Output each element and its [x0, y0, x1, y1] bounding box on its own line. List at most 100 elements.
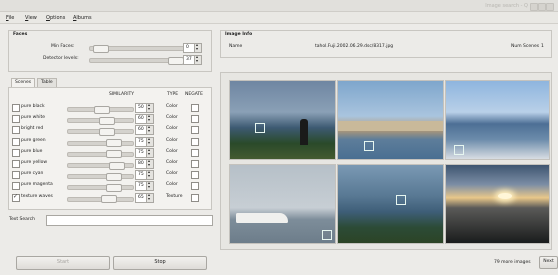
negate-checkbox[interactable] [191, 182, 199, 191]
scene-row: bright red60Color [9, 124, 213, 136]
similarity-slider-thumb[interactable] [98, 116, 115, 125]
scene-enable-checkbox[interactable] [12, 137, 20, 146]
result-thumbnail-6[interactable] [445, 164, 550, 244]
image-info-panel: Image Info Name tahol.Fuji.2002.06.29.ds… [220, 30, 552, 58]
text-search-label: Text Search [9, 217, 35, 222]
scene-enable-checkbox[interactable] [12, 160, 20, 168]
scene-enable-checkbox[interactable] [12, 182, 20, 191]
menu-options[interactable]: Options [46, 15, 65, 21]
scene-enable-checkbox[interactable] [12, 126, 20, 135]
scene-match-marker [255, 123, 265, 133]
scene-name: pure blue [21, 148, 43, 154]
similarity-slider[interactable] [67, 116, 134, 125]
negate-checkbox[interactable] [191, 160, 199, 168]
result-thumbnail-4[interactable] [229, 164, 336, 244]
similarity-slider[interactable] [67, 183, 134, 192]
result-thumbnail-3[interactable] [445, 80, 550, 160]
text-search-input[interactable] [46, 215, 213, 226]
scene-type: Color [166, 171, 178, 177]
result-thumbnail-5[interactable] [337, 164, 444, 244]
scene-type: Color [166, 182, 178, 188]
min-faces-slider-thumb[interactable] [93, 44, 109, 53]
num-scenes-label: Num Scenes [511, 44, 540, 49]
results-grid [220, 72, 552, 250]
similarity-spin-arrows[interactable] [146, 169, 154, 181]
close-icon[interactable] [546, 3, 554, 11]
scene-enable-checkbox[interactable] [12, 193, 20, 202]
similarity-spin-arrows[interactable] [146, 113, 154, 125]
image-name-value: tahol.Fuji.2002.06.29.dsc/8317.jpg [315, 44, 394, 49]
scene-row: pure white60Color [9, 113, 213, 125]
negate-checkbox[interactable] [191, 115, 199, 124]
negate-checkbox[interactable] [191, 137, 199, 146]
menu-albums[interactable]: Albums [73, 15, 92, 21]
next-button[interactable]: Next [539, 256, 558, 269]
scene-row: pure cyan75Color [9, 169, 213, 181]
detector-levels-label: Detector levels: [43, 56, 79, 61]
similarity-slider[interactable] [67, 195, 134, 204]
scene-enable-checkbox[interactable] [12, 148, 20, 157]
similarity-slider[interactable] [67, 172, 134, 181]
window-title: Image search - Q [485, 3, 528, 9]
detector-levels-slider[interactable] [89, 56, 186, 65]
scene-name: pure yellow [21, 160, 48, 165]
similarity-spin-arrows[interactable] [146, 158, 154, 169]
type-header: TYPE [167, 92, 179, 97]
title-bar: Image search - Q [0, 0, 558, 12]
maximize-icon[interactable] [538, 3, 546, 11]
similarity-slider-thumb[interactable] [106, 150, 123, 159]
menu-file[interactable]: File [6, 15, 14, 21]
similarity-spin-arrows[interactable] [146, 192, 154, 203]
similarity-slider[interactable] [67, 127, 134, 136]
similarity-slider-thumb[interactable] [108, 161, 125, 170]
stop-button[interactable]: Stop [113, 256, 207, 270]
similarity-header: SIMILARITY [109, 92, 135, 97]
result-thumbnail-2[interactable] [337, 80, 444, 160]
menu-bar: File View Options Albums [0, 12, 558, 24]
start-button[interactable]: Start [16, 256, 110, 270]
scene-row: pure blue75Color [9, 147, 213, 159]
similarity-slider[interactable] [67, 161, 134, 170]
similarity-spin-arrows[interactable] [146, 124, 154, 136]
negate-checkbox[interactable] [191, 193, 199, 202]
similarity-spin-arrows[interactable] [146, 180, 154, 192]
similarity-spin-arrows[interactable] [146, 136, 154, 147]
similarity-slider-thumb[interactable] [93, 105, 110, 114]
sun-glow [498, 193, 512, 199]
similarity-spin-arrows[interactable] [146, 102, 154, 113]
shoreline-buildings [338, 121, 443, 131]
menu-view[interactable]: View [25, 15, 37, 21]
similarity-slider-thumb[interactable] [106, 172, 123, 181]
detector-levels-spin-arrows[interactable] [194, 54, 202, 65]
similarity-spin-arrows[interactable] [146, 147, 154, 158]
scenes-panel: SIMILARITY TYPE NEGATE pure black50Color… [8, 87, 212, 210]
scene-type: Color [166, 137, 178, 143]
min-faces-spin-arrows[interactable] [194, 42, 202, 53]
similarity-slider[interactable] [67, 139, 134, 148]
scene-name: pure cyan [21, 171, 44, 177]
negate-checkbox[interactable] [191, 171, 199, 180]
min-faces-label: Min Faces: [51, 44, 75, 49]
similarity-slider-thumb[interactable] [106, 183, 123, 192]
negate-checkbox[interactable] [191, 126, 199, 135]
scene-enable-checkbox[interactable] [12, 104, 20, 112]
similarity-slider-thumb[interactable] [106, 139, 123, 148]
scene-name: texture waves [21, 193, 53, 199]
similarity-slider-thumb[interactable] [101, 195, 118, 204]
negate-header: NEGATE [185, 92, 204, 97]
faces-title: Faces [13, 32, 28, 37]
scene-enable-checkbox[interactable] [12, 115, 20, 124]
scene-match-marker [454, 145, 464, 155]
scene-type: Texture [166, 193, 183, 199]
min-faces-slider[interactable] [89, 44, 186, 53]
minimize-icon[interactable] [530, 3, 538, 11]
similarity-slider-thumb[interactable] [98, 127, 115, 136]
result-thumbnail-1[interactable] [229, 80, 336, 160]
more-images-count: 79 more images [494, 260, 531, 265]
similarity-slider[interactable] [67, 150, 134, 159]
similarity-slider[interactable] [67, 105, 134, 114]
scene-enable-checkbox[interactable] [12, 171, 20, 180]
negate-checkbox[interactable] [191, 148, 199, 157]
detector-levels-slider-thumb[interactable] [168, 56, 184, 65]
negate-checkbox[interactable] [191, 104, 199, 112]
